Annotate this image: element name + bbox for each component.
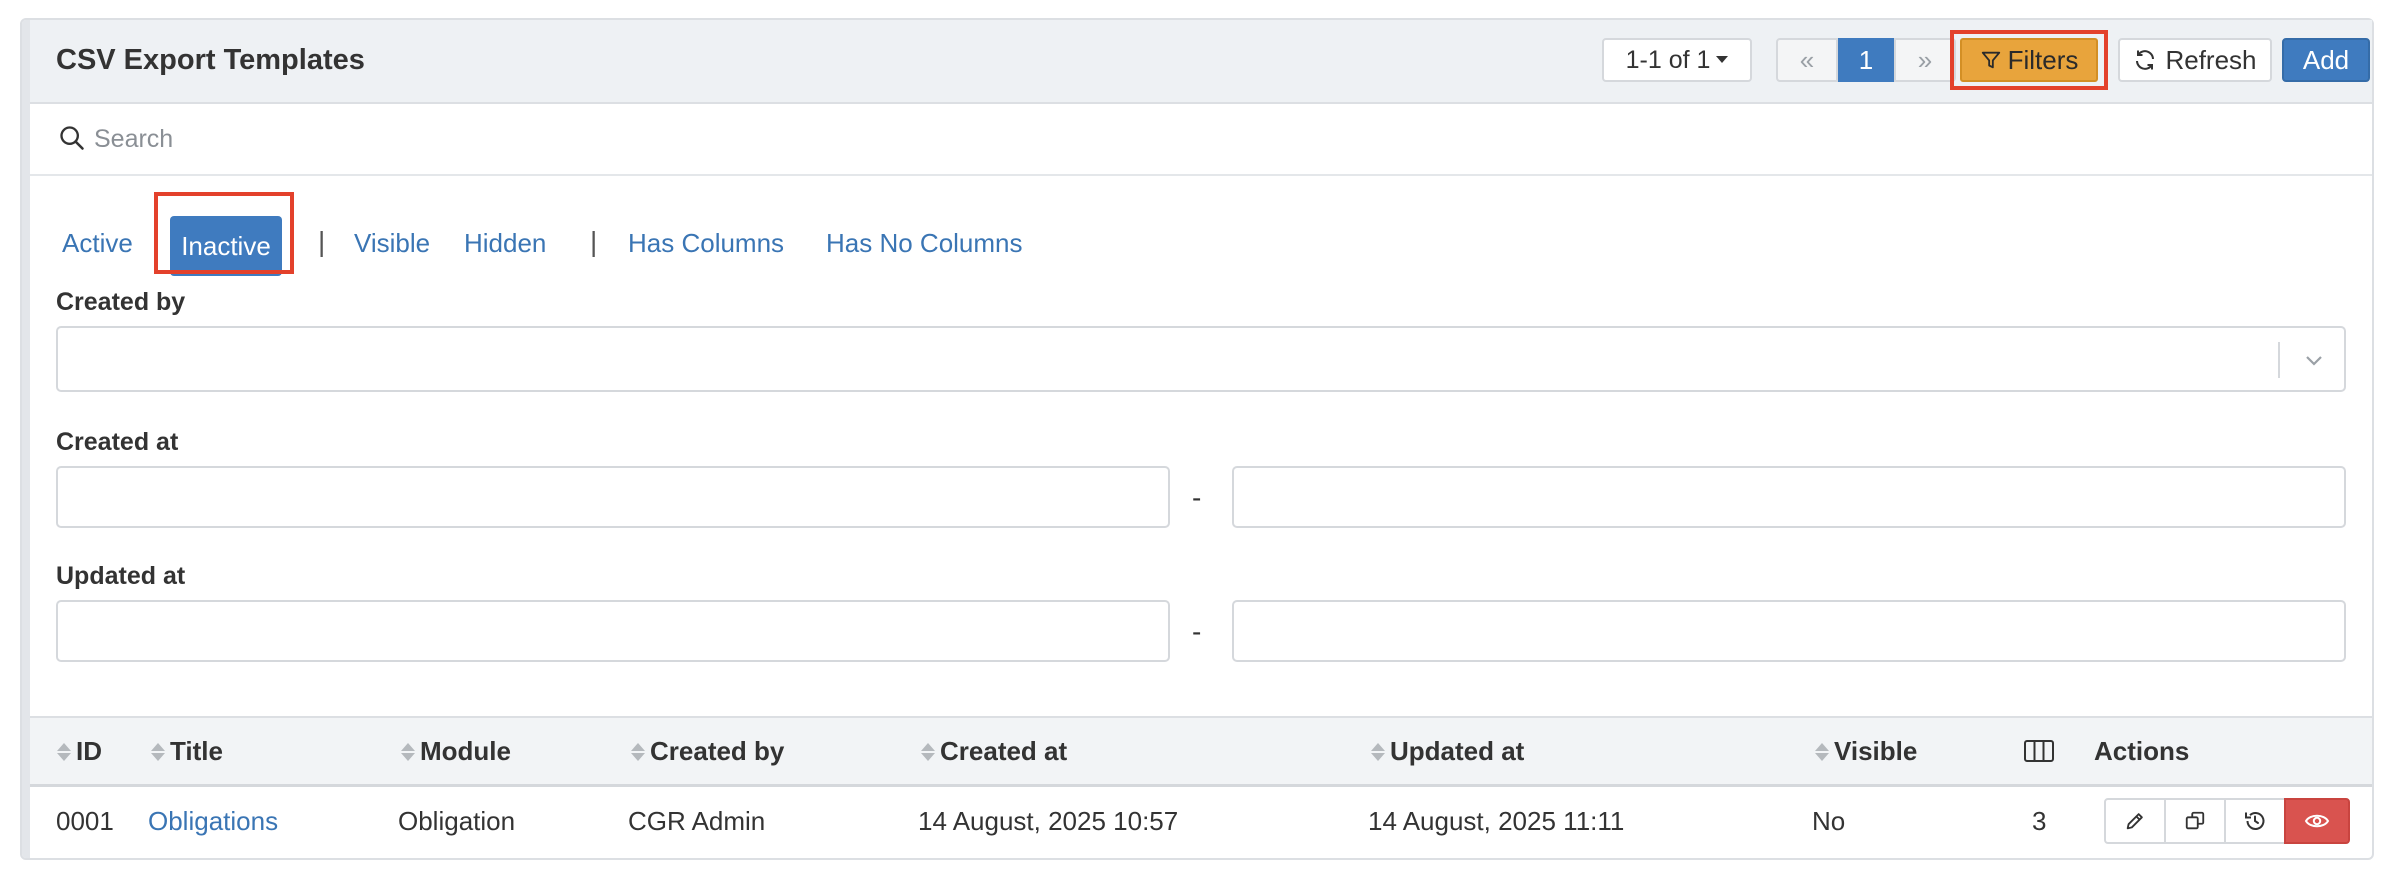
table-row: 0001 Obligations Obligation CGR Admin 14… [30,784,2372,858]
tab-separator: | [590,226,598,257]
created-by-select[interactable] [56,326,2346,392]
last-page-button[interactable]: » [1894,38,1956,82]
updated-at-to-field[interactable] [1232,600,2346,662]
cell-columns-count: 3 [2032,806,2047,836]
inactive-highlight-box [154,192,294,274]
updated-at-from-field[interactable] [56,600,1170,662]
refresh-button[interactable]: Refresh [2118,38,2272,82]
hidden-eye-icon [2304,814,2330,828]
copy-icon [2185,811,2205,830]
updated-at-label: Updated at [56,562,186,590]
column-header-columns[interactable] [2024,740,2054,762]
tab-visible[interactable]: Visible [354,228,430,259]
column-header-created-at[interactable]: Created at [920,736,1067,767]
refresh-icon [2136,50,2155,70]
column-header-id[interactable]: ID [56,736,102,767]
created-by-label: Created by [56,288,186,316]
tab-separator: | [318,226,326,257]
current-page-button[interactable]: 1 [1838,38,1894,82]
pagination: « 1 » [1776,38,1956,82]
history-button[interactable] [2224,798,2286,844]
search-input[interactable] [92,118,996,160]
column-header-visible[interactable]: Visible [1814,736,1917,767]
updated-at-range-separator: - [1192,616,1202,647]
select-divider [2278,342,2280,378]
search-icon [60,126,84,150]
filters-highlight-box [1950,30,2108,90]
column-header-actions: Actions [2094,736,2190,766]
sort-icon [150,742,166,761]
duplicate-button[interactable] [2164,798,2226,844]
column-header-module[interactable]: Module [400,736,511,767]
tab-hidden[interactable]: Hidden [464,228,546,259]
cell-created-at: 14 August, 2025 10:57 [918,806,1179,836]
sort-icon [630,742,646,761]
table-header: ID Title Module Created by Created at Up… [30,716,2372,787]
search-bar [30,104,2372,176]
tab-has-columns[interactable]: Has Columns [628,228,784,259]
cell-id: 0001 [56,806,114,836]
pagination-count-dropdown[interactable]: 1-1 of 1 [1602,38,1752,82]
row-actions [2104,798,2350,844]
sort-icon [920,742,936,761]
created-at-to-field[interactable] [1232,466,2346,528]
column-header-created-by[interactable]: Created by [630,736,784,767]
created-at-label: Created at [56,428,179,456]
column-header-title[interactable]: Title [150,736,223,767]
toggle-visibility-button[interactable] [2284,798,2350,844]
column-header-updated-at[interactable]: Updated at [1370,736,1524,767]
refresh-label: Refresh [2165,44,2257,75]
chevron-down-icon[interactable] [2302,348,2326,372]
caret-down-icon [1716,56,1729,63]
tab-active[interactable]: Active [62,228,133,259]
cell-visible: No [1812,806,1846,836]
sort-icon [1370,742,1386,761]
page-title: CSV Export Templates [56,44,365,76]
edit-button[interactable] [2104,798,2166,844]
add-button[interactable]: Add [2282,38,2370,82]
sort-icon [1814,742,1830,761]
pagination-count-label: 1-1 of 1 [1625,45,1711,74]
tab-has-no-columns[interactable]: Has No Columns [826,228,1023,259]
created-at-range-separator: - [1192,482,1202,513]
columns-icon [2024,740,2054,762]
first-page-button[interactable]: « [1776,38,1838,82]
cell-module: Obligation [398,806,516,836]
csv-export-templates-panel: CSV Export Templates 1-1 of 1 « 1 » Filt… [20,18,2374,860]
cell-updated-at: 14 August, 2025 11:11 [1368,806,1625,836]
edit-icon [2126,813,2143,830]
history-icon [2245,812,2265,830]
cell-title-link[interactable]: Obligations [148,806,278,837]
panel-accent-bar [22,20,30,858]
cell-created-by: CGR Admin [628,806,766,836]
created-at-from-field[interactable] [56,466,1170,528]
sort-icon [56,742,72,761]
sort-icon [400,742,416,761]
